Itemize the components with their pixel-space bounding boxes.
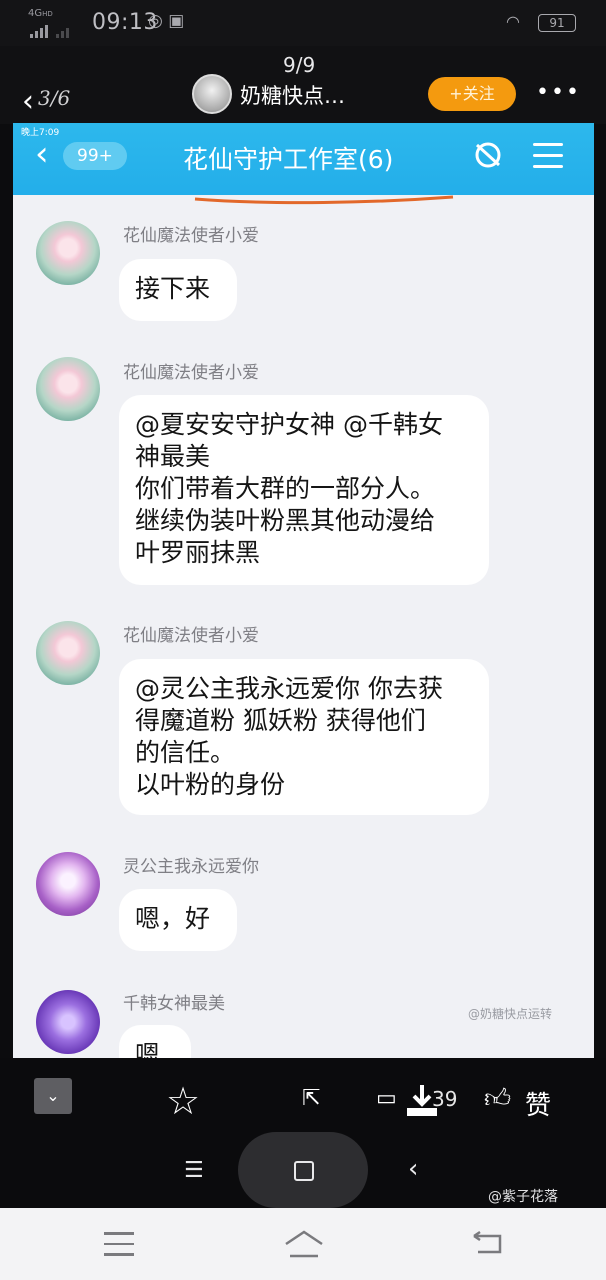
chat-header: 晚上7:09 ‹ 99+ 花仙守护工作室(6) (13, 123, 594, 195)
message-bubble: 嗯 (119, 1025, 191, 1058)
menu-icon (533, 143, 563, 176)
system-menu-icon[interactable] (104, 1232, 134, 1264)
sender-name: 花仙魔法使者小爱 (123, 226, 259, 246)
chat-back-icon: ‹ (35, 134, 49, 174)
share-icon[interactable]: ⇱ (302, 1086, 320, 1111)
message-bubble: 接下来 (119, 259, 237, 321)
avatar (36, 990, 100, 1054)
author-avatar[interactable] (192, 74, 232, 114)
group-icon (475, 142, 501, 168)
star-icon[interactable]: ☆ (166, 1079, 200, 1123)
wifi-icon: ◠ (506, 12, 520, 31)
home-square-icon (294, 1161, 314, 1181)
network-indicator: 4GHD (28, 8, 53, 19)
avatar (36, 852, 100, 916)
nav-back-icon[interactable]: ‹ (408, 1154, 418, 1184)
more-options-button[interactable]: ••• (536, 80, 581, 105)
thumbs-up-icon[interactable]: 👍︎ (484, 1083, 511, 1114)
sender-name: 灵公主我永远爱你 (123, 857, 259, 877)
collapse-button[interactable]: ⌄ (34, 1078, 72, 1114)
weibo-watermark-2: @紫子花落 (488, 1189, 558, 1205)
system-back-icon[interactable] (470, 1230, 504, 1258)
chat-title: 花仙守护工作室(6) (183, 145, 394, 174)
download-icon[interactable] (404, 1082, 440, 1118)
highlight-underline (194, 195, 454, 205)
avatar (36, 221, 100, 285)
message-bubble: @夏安安守护女神 @千韩女 神最美 你们带着大群的一部分人。 继续伪装叶粉黑其他… (119, 395, 489, 585)
sender-name: 花仙魔法使者小爱 (123, 626, 259, 646)
avatar (36, 621, 100, 685)
status-bar: 4GHD 09:13 ◎ ▣ ◠ 91 (0, 0, 606, 46)
like-label[interactable]: 赞 (525, 1085, 551, 1122)
battery-indicator: 91 (538, 14, 576, 32)
image-counter: 9/9 (283, 53, 316, 77)
follow-button[interactable]: +关注 (428, 77, 516, 111)
notification-icons: ◎ ▣ (148, 11, 185, 31)
avatar (36, 357, 100, 421)
system-home-icon[interactable] (282, 1228, 326, 1262)
comment-icon[interactable]: ▭ (376, 1086, 397, 1111)
sender-name: 花仙魔法使者小爱 (123, 363, 259, 383)
author-name[interactable]: 奶糖快点… (240, 80, 345, 110)
sender-name: 千韩女神最美 (123, 994, 225, 1014)
back-arrow-icon[interactable]: ‹ (22, 84, 34, 119)
message-bubble: 嗯，好 (119, 889, 237, 951)
weibo-watermark: @奶糖快点运转 (468, 1007, 553, 1021)
chat-screenshot: 晚上7:09 ‹ 99+ 花仙守护工作室(6) 花仙魔法使者小爱 接下来 花仙魔… (13, 123, 594, 1058)
unread-badge: 99+ (63, 142, 127, 170)
message-bubble: @灵公主我永远爱你 你去获 得魔道粉 狐妖粉 获得他们 的信任。 以叶粉的身份 (119, 659, 489, 815)
image-index-label: 3/6 (38, 86, 71, 110)
recent-apps-icon[interactable]: ☰ (184, 1158, 204, 1183)
signal-icon (30, 19, 71, 38)
